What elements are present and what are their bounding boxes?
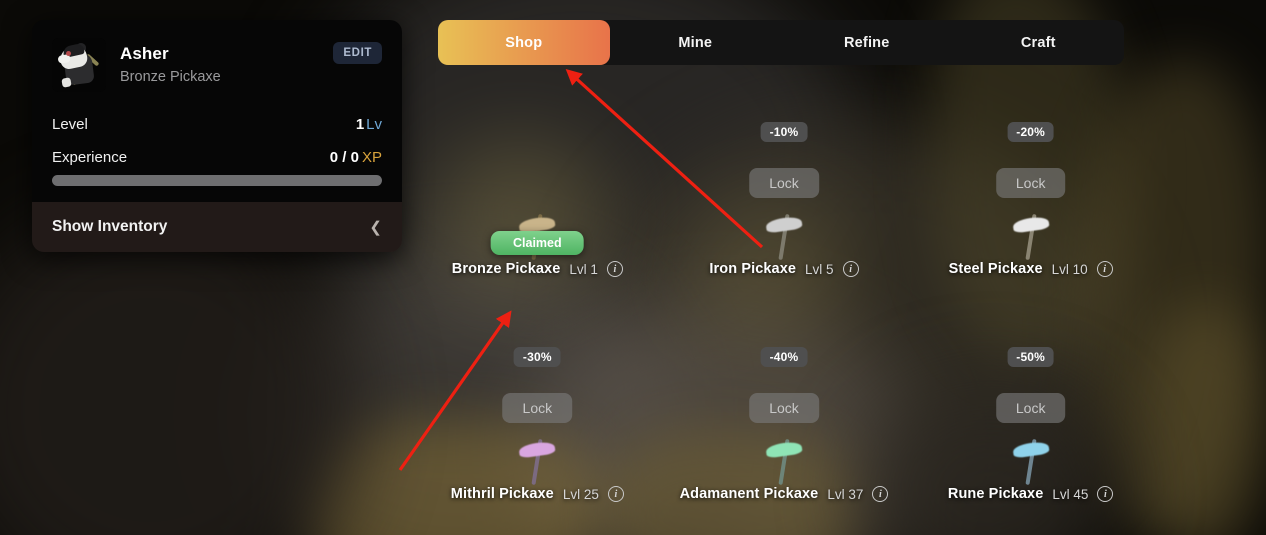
player-stats-section: Asher Bronze Pickaxe EDIT Level 1 Lv Expe… bbox=[32, 20, 402, 202]
shop-item-card[interactable]: -10% Lock Iron Pickaxe Lvl 5 i bbox=[661, 78, 908, 303]
level-label: Level bbox=[52, 116, 88, 133]
tab-refine[interactable]: Refine bbox=[781, 20, 953, 65]
discount-badge: -40% bbox=[760, 347, 808, 367]
player-panel: Asher Bronze Pickaxe EDIT Level 1 Lv Expe… bbox=[32, 20, 402, 252]
experience-unit: XP bbox=[361, 149, 382, 166]
item-name: Iron Pickaxe bbox=[709, 261, 797, 277]
item-footer: Iron Pickaxe Lvl 5 i bbox=[661, 261, 908, 277]
edit-profile-button[interactable]: EDIT bbox=[333, 42, 382, 64]
info-icon[interactable]: i bbox=[1096, 261, 1113, 277]
tab-shop[interactable]: Shop bbox=[438, 20, 610, 65]
pickaxe-icon bbox=[509, 433, 565, 489]
show-inventory-button[interactable]: Show Inventory ❮ bbox=[32, 202, 402, 252]
item-level-requirement: Lvl 1 bbox=[569, 261, 598, 277]
item-name: Adamanent Pickaxe bbox=[679, 486, 819, 502]
shop-item-grid: Claimed Bronze Pickaxe Lvl 1 i -10% Lock Iron … bbox=[414, 78, 1154, 528]
lock-button[interactable]: Lock bbox=[749, 168, 819, 198]
discount-badge: -10% bbox=[760, 122, 808, 142]
pickaxe-icon bbox=[1003, 208, 1059, 264]
item-name: Rune Pickaxe bbox=[947, 486, 1044, 502]
tab-mine[interactable]: Mine bbox=[610, 20, 782, 65]
level-value: 1 Lv bbox=[355, 116, 382, 133]
info-icon[interactable]: i bbox=[842, 261, 859, 277]
player-identity: Asher Bronze Pickaxe EDIT bbox=[52, 38, 382, 92]
discount-badge: -20% bbox=[1007, 122, 1055, 142]
show-inventory-label: Show Inventory bbox=[52, 218, 168, 235]
discount-badge: -50% bbox=[1007, 347, 1055, 367]
shop-item-card[interactable]: -20% Lock Steel Pickaxe Lvl 10 i bbox=[907, 78, 1154, 303]
item-level-requirement: Lvl 37 bbox=[827, 486, 864, 502]
item-footer: Steel Pickaxe Lvl 10 i bbox=[907, 261, 1154, 277]
info-icon[interactable]: i bbox=[607, 486, 624, 502]
item-level-requirement: Lvl 45 bbox=[1052, 486, 1089, 502]
level-unit: Lv bbox=[366, 116, 382, 133]
pickaxe-icon bbox=[1003, 433, 1059, 489]
experience-progress-bar bbox=[52, 175, 382, 186]
info-icon[interactable]: i bbox=[606, 261, 623, 277]
pickaxe-icon bbox=[756, 433, 812, 489]
item-level-requirement: Lvl 10 bbox=[1051, 261, 1088, 277]
player-equipped-item: Bronze Pickaxe bbox=[120, 69, 221, 86]
avatar bbox=[52, 38, 106, 92]
item-footer: Mithril Pickaxe Lvl 25 i bbox=[414, 486, 661, 502]
shop-item-card[interactable]: -50% Lock Rune Pickaxe Lvl 45 i bbox=[907, 303, 1154, 528]
shop-item-card[interactable]: -30% Lock Mithril Pickaxe Lvl 25 i bbox=[414, 303, 661, 528]
tab-craft[interactable]: Craft bbox=[953, 20, 1125, 65]
lock-button[interactable]: Lock bbox=[749, 393, 819, 423]
chevron-left-icon: ❮ bbox=[369, 218, 382, 236]
level-row: Level 1 Lv bbox=[52, 116, 382, 133]
item-name: Mithril Pickaxe bbox=[450, 486, 554, 502]
item-name: Bronze Pickaxe bbox=[451, 261, 561, 277]
item-name: Steel Pickaxe bbox=[948, 261, 1043, 277]
info-icon[interactable]: i bbox=[1097, 486, 1114, 502]
item-level-requirement: Lvl 5 bbox=[805, 261, 834, 277]
lock-button[interactable]: Lock bbox=[995, 393, 1066, 423]
claimed-button[interactable]: Claimed bbox=[491, 231, 584, 255]
info-icon[interactable]: i bbox=[872, 486, 889, 502]
experience-label: Experience bbox=[52, 149, 128, 166]
discount-badge: -30% bbox=[513, 347, 561, 367]
item-level-requirement: Lvl 25 bbox=[562, 486, 599, 502]
main-tab-bar: Shop Mine Refine Craft bbox=[438, 20, 1124, 65]
item-footer: Claimed Bronze Pickaxe Lvl 1 i bbox=[414, 231, 661, 277]
lock-button[interactable]: Lock bbox=[995, 168, 1066, 198]
experience-value: 0 / 0 XP bbox=[329, 149, 382, 166]
player-name: Asher bbox=[120, 44, 169, 64]
shop-item-card[interactable]: -40% Lock Adamanent Pickaxe Lvl 37 i bbox=[661, 303, 908, 528]
shop-item-card[interactable]: Claimed Bronze Pickaxe Lvl 1 i bbox=[414, 78, 661, 303]
pickaxe-icon bbox=[756, 208, 812, 264]
item-footer: Rune Pickaxe Lvl 45 i bbox=[907, 486, 1154, 502]
item-footer: Adamanent Pickaxe Lvl 37 i bbox=[661, 486, 908, 502]
experience-row: Experience 0 / 0 XP bbox=[52, 149, 382, 166]
lock-button[interactable]: Lock bbox=[502, 393, 573, 423]
